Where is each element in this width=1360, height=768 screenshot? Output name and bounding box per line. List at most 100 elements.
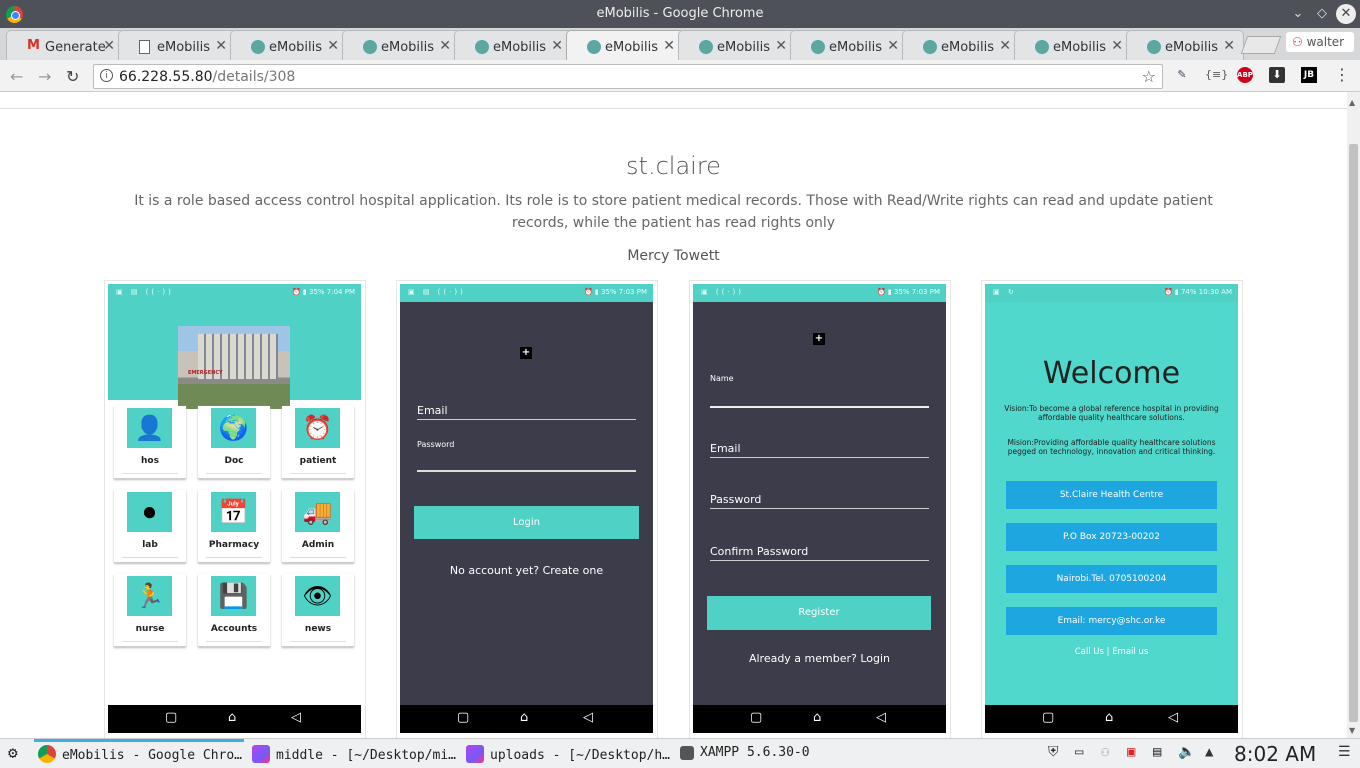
- page-scrollbar[interactable]: ▲ ▼: [1347, 92, 1360, 738]
- tab-10[interactable]: eMobilis ✕: [1126, 30, 1244, 60]
- tile-lab[interactable]: ⏺ lab: [114, 490, 186, 563]
- download-extension-icon[interactable]: ⬇: [1269, 67, 1285, 83]
- tile-doc[interactable]: 🌍 Doc: [198, 406, 270, 479]
- tab-close-icon[interactable]: ✕: [775, 38, 787, 54]
- hospital-image: EMERGENCY: [178, 326, 290, 409]
- tile-patient[interactable]: ⏰ patient: [282, 406, 354, 479]
- tile-pharmacy[interactable]: 📅 Pharmacy: [198, 490, 270, 563]
- tab-close-icon[interactable]: ✕: [1111, 38, 1123, 54]
- active-task-indicator: [34, 739, 244, 742]
- tab-8[interactable]: eMobilis ✕: [902, 30, 1020, 60]
- emobilis-icon: [811, 40, 825, 54]
- desktop-taskbar: ⚙ eMobilis - Google Chro… middle - [~/De…: [0, 738, 1360, 768]
- register-button: Register: [707, 596, 931, 630]
- volume-icon[interactable]: 🔈: [1178, 744, 1195, 760]
- address-bar[interactable]: i 66.228.55.80/details/308 ☆: [93, 64, 1163, 89]
- status-right: ⏰ ▮ 35% 7:03 PM: [876, 288, 940, 296]
- clipboard-icon[interactable]: ▤: [1153, 744, 1161, 760]
- screenshot-welcome[interactable]: ▣ ↻ ⏰ ▮ 74% 10:30 AM Welcome Vision:To be…: [981, 280, 1243, 738]
- adblock-plus-icon[interactable]: ABP: [1237, 67, 1253, 83]
- toggle-icon: ⏺: [127, 492, 172, 532]
- tab-label: eMobilis: [269, 40, 323, 55]
- tab-close-icon[interactable]: ✕: [103, 38, 115, 54]
- tab-close-icon[interactable]: ✕: [663, 38, 675, 54]
- tab-9[interactable]: eMobilis ✕: [1014, 30, 1132, 60]
- po-box-button: P.O Box 20723-00202: [1006, 523, 1217, 551]
- tab-7[interactable]: eMobilis ✕: [790, 30, 908, 60]
- status-time: 7:03 PM: [911, 288, 940, 296]
- window-titlebar: eMobilis - Google Chrome ⌄ ◇ ✕: [0, 0, 1360, 28]
- tab-close-icon[interactable]: ✕: [327, 38, 339, 54]
- task-phpstorm-middle[interactable]: middle - [~/Desktop/mi…: [252, 745, 456, 763]
- kde-menu-icon[interactable]: ⚙: [8, 743, 18, 762]
- scroll-up-icon[interactable]: ▲: [1349, 98, 1355, 107]
- status-time: 7:04 PM: [326, 288, 355, 296]
- reload-icon[interactable]: ↻: [66, 67, 79, 86]
- tab-label: eMobilis: [829, 40, 883, 55]
- tab-close-icon[interactable]: ✕: [999, 38, 1011, 54]
- tab-label: eMobilis: [1053, 40, 1107, 55]
- tray-expand-icon[interactable]: ▲: [1205, 744, 1213, 760]
- recents-icon: ▢: [457, 710, 470, 725]
- emobilis-icon: [363, 40, 377, 54]
- tab-6[interactable]: eMobilis ✕: [678, 30, 796, 60]
- register-screen: + Name Email Password Confirm Password R…: [693, 302, 946, 705]
- tab-close-icon[interactable]: ✕: [887, 38, 899, 54]
- minimize-icon[interactable]: ⌄: [1288, 4, 1308, 24]
- tile-news[interactable]: 👁 news: [282, 574, 354, 647]
- menu-kebab-icon[interactable]: ⋮: [1334, 67, 1350, 83]
- browser-toolbar: ← → ↻ i 66.228.55.80/details/308 ☆ ✎ {≡}…: [0, 60, 1360, 92]
- restore-icon[interactable]: ◇: [1312, 4, 1332, 24]
- tab-close-icon[interactable]: ✕: [439, 38, 451, 54]
- tile-hos[interactable]: 👤 hos: [114, 406, 186, 479]
- screenshot-login[interactable]: ▣ ▤ ((·)) ⏰ ▮ 35% 7:03 PM + Email Passwor…: [396, 280, 658, 738]
- task-chrome[interactable]: eMobilis - Google Chro…: [38, 745, 242, 763]
- new-tab-button[interactable]: [1240, 36, 1282, 54]
- bookmark-star-icon[interactable]: ☆: [1142, 67, 1156, 86]
- medical-cross-icon: +: [520, 347, 532, 359]
- task-xampp[interactable]: XAMPP 5.6.30-0: [680, 745, 810, 760]
- users-icon[interactable]: ⚇: [1101, 744, 1109, 760]
- home-icon: ⌂: [520, 710, 529, 725]
- emobilis-icon: [587, 40, 601, 54]
- tab-close-icon[interactable]: ✕: [1223, 38, 1235, 54]
- tab-close-icon[interactable]: ✕: [551, 38, 563, 54]
- info-icon[interactable]: i: [100, 69, 113, 82]
- eyedropper-extension-icon[interactable]: ✎: [1174, 67, 1190, 83]
- page-viewport: st.claire It is a role based access cont…: [0, 92, 1347, 738]
- screenshot-dashboard[interactable]: ▣ ▤ ((·)) ⏰ ▮ 35% 7:04 PM EMERGENCY 👤 hos …: [104, 280, 366, 738]
- network-icon[interactable]: ▣: [1127, 744, 1135, 760]
- tile-label: hos: [141, 456, 159, 466]
- tab-0[interactable]: M Generate ✕: [6, 30, 124, 60]
- tab-2[interactable]: eMobilis ✕: [230, 30, 348, 60]
- display-icon[interactable]: ▭: [1075, 744, 1083, 760]
- scroll-down-icon[interactable]: ▼: [1349, 726, 1355, 735]
- show-desktop-icon[interactable]: ☰: [1338, 744, 1351, 760]
- user-key-icon: 👤: [127, 408, 172, 448]
- json-formatter-extension-icon[interactable]: {≡}: [1205, 67, 1228, 83]
- vision-text: Vision:To become a global reference hosp…: [1004, 404, 1219, 422]
- tile-admin[interactable]: 🚚 Admin: [282, 490, 354, 563]
- header-banner: EMERGENCY: [108, 302, 361, 409]
- jetbrains-extension-icon[interactable]: JB: [1301, 67, 1317, 83]
- screenshot-register[interactable]: ▣ ((·)) ⏰ ▮ 35% 7:03 PM + Name Email Pass…: [689, 280, 951, 738]
- profile-button[interactable]: ⚇ walter: [1286, 32, 1354, 52]
- calendar-clock-icon: 📅: [211, 492, 256, 532]
- close-window-icon[interactable]: ✕: [1336, 4, 1356, 24]
- emobilis-icon: [1035, 40, 1049, 54]
- clock[interactable]: 8:02 AM: [1234, 742, 1316, 766]
- tile-label: patient: [299, 456, 337, 466]
- tile-nurse[interactable]: 🏃 nurse: [114, 574, 186, 647]
- emobilis-icon: [251, 40, 265, 54]
- scrollbar-thumb[interactable]: [1349, 144, 1358, 722]
- tab-3[interactable]: eMobilis ✕: [342, 30, 460, 60]
- tab-4[interactable]: eMobilis ✕: [454, 30, 572, 60]
- forward-arrow-icon[interactable]: →: [38, 67, 51, 86]
- tab-1[interactable]: eMobilis ✕: [118, 30, 236, 60]
- task-phpstorm-uploads[interactable]: uploads - [~/Desktop/h…: [466, 745, 670, 763]
- tab-close-icon[interactable]: ✕: [215, 38, 227, 54]
- shield-icon[interactable]: ⛨: [1048, 744, 1059, 760]
- tile-accounts[interactable]: 💾 Accounts: [198, 574, 270, 647]
- back-arrow-icon[interactable]: ←: [10, 67, 23, 86]
- tab-5-active[interactable]: eMobilis ✕: [566, 30, 684, 62]
